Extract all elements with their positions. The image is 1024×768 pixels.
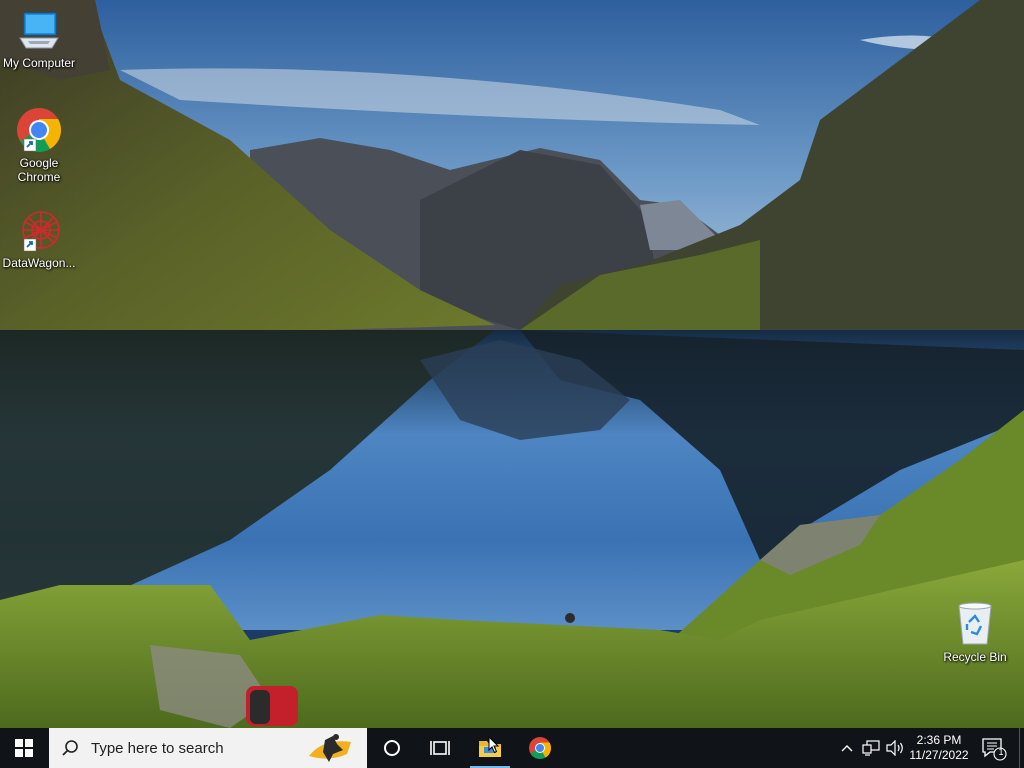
desktop-icon-label: My Computer bbox=[2, 56, 76, 70]
windows-logo-icon bbox=[15, 739, 33, 757]
cortana-circle-icon bbox=[384, 740, 400, 756]
desktop-icon-recycle-bin[interactable]: Recycle Bin bbox=[936, 600, 1014, 664]
taskbar: Type here to search 2:36 PM 11/27/2022 1 bbox=[0, 728, 1024, 768]
desktop[interactable]: My Computer Google Chrome DataWagon... R… bbox=[0, 0, 1024, 728]
desktop-icon-label: DataWagon... bbox=[2, 256, 76, 270]
taskbar-clock[interactable]: 2:36 PM 11/27/2022 bbox=[906, 728, 972, 768]
clock-time: 2:36 PM bbox=[916, 733, 962, 747]
volume-button[interactable] bbox=[884, 728, 906, 768]
mouse-cursor-icon bbox=[488, 736, 500, 754]
notification-count: 1 bbox=[998, 747, 1004, 757]
show-desktop-button[interactable] bbox=[1019, 728, 1024, 768]
clock-date: 11/27/2022 bbox=[909, 748, 969, 762]
speaker-icon bbox=[886, 740, 903, 756]
search-icon bbox=[62, 740, 78, 756]
datawagon-icon bbox=[22, 211, 60, 252]
search-highlight-icon bbox=[309, 734, 351, 762]
action-center-button[interactable]: 1 bbox=[978, 728, 1008, 768]
desktop-icon-my-computer[interactable]: My Computer bbox=[0, 8, 78, 70]
desktop-icon-label: Recycle Bin bbox=[943, 650, 1007, 664]
desktop-wallpaper bbox=[0, 0, 1024, 728]
search-placeholder: Type here to search bbox=[91, 739, 224, 757]
recycle-bin-icon bbox=[958, 602, 992, 645]
taskbar-search-box[interactable]: Type here to search bbox=[49, 728, 367, 768]
google-chrome-icon bbox=[17, 108, 61, 152]
network-button[interactable] bbox=[860, 728, 882, 768]
taskbar-google-chrome[interactable] bbox=[516, 728, 564, 768]
task-view-icon bbox=[430, 741, 450, 755]
taskbar-file-explorer[interactable] bbox=[466, 728, 514, 768]
cortana-button[interactable] bbox=[368, 728, 416, 768]
google-chrome-icon bbox=[529, 737, 551, 759]
start-button[interactable] bbox=[0, 728, 48, 768]
desktop-icon-datawagon[interactable]: DataWagon... bbox=[0, 208, 78, 270]
my-computer-icon bbox=[19, 12, 59, 49]
chevron-up-icon bbox=[841, 745, 853, 752]
desktop-icon-google-chrome[interactable]: Google Chrome bbox=[0, 106, 78, 184]
desktop-icon-label: Google Chrome bbox=[17, 156, 61, 184]
network-icon bbox=[862, 740, 880, 756]
task-view-button[interactable] bbox=[416, 728, 464, 768]
show-hidden-icons-button[interactable] bbox=[838, 728, 856, 768]
